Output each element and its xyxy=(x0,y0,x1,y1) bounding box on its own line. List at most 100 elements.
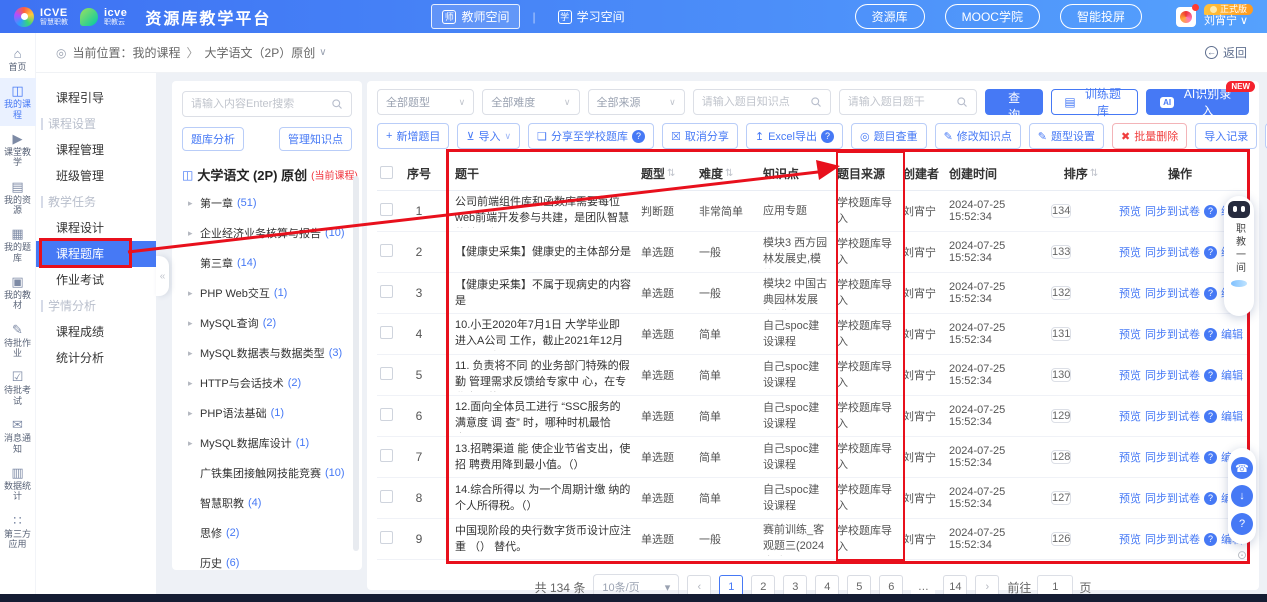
tree-search-input[interactable] xyxy=(191,98,327,110)
filter-type-select[interactable]: 全部题型∨ xyxy=(377,89,474,115)
help-icon[interactable]: ? xyxy=(1204,287,1217,300)
bank-analysis-button[interactable]: 题库分析 xyxy=(182,127,244,151)
preview-link[interactable]: 预览 xyxy=(1119,490,1141,506)
sidebar-item[interactable]: ▦ 我的题库 xyxy=(0,221,36,269)
action-button[interactable]: ✎ 修改知识点 xyxy=(935,123,1021,149)
help-icon[interactable]: ? xyxy=(632,130,645,143)
submenu-item[interactable]: 统计分析 xyxy=(36,345,156,371)
sidebar-item[interactable]: ✎ 待批作业 xyxy=(0,317,36,365)
filter-difficulty-select[interactable]: 全部难度∨ xyxy=(482,89,579,115)
tool-button[interactable]: ? xyxy=(1231,513,1253,535)
preview-link[interactable]: 预览 xyxy=(1119,408,1141,424)
tool-button[interactable]: ↓ xyxy=(1231,485,1253,507)
help-icon[interactable]: ? xyxy=(1204,328,1217,341)
sync-to-paper-link[interactable]: 同步到试卷 xyxy=(1145,531,1200,547)
sort-icon[interactable]: ⇅ xyxy=(1090,168,1098,179)
submenu-item[interactable]: 课程题库 xyxy=(36,241,156,267)
tree-caret-icon[interactable]: ▸ xyxy=(188,348,196,359)
edit-link[interactable]: 编辑 xyxy=(1221,367,1243,383)
chevron-down-icon[interactable]: ∨ xyxy=(319,47,326,58)
tree-caret-icon[interactable]: ▸ xyxy=(188,198,196,209)
sync-to-paper-link[interactable]: 同步到试卷 xyxy=(1145,449,1200,465)
row-checkbox[interactable] xyxy=(380,408,393,421)
submenu-item[interactable]: 课程成绩 xyxy=(36,319,156,345)
preview-link[interactable]: 预览 xyxy=(1119,244,1141,260)
manage-knowledge-button[interactable]: 管理知识点 xyxy=(279,127,352,151)
tree-node[interactable]: ▸ PHP语法基础(1) xyxy=(182,398,352,428)
preview-link[interactable]: 预览 xyxy=(1119,326,1141,342)
assistant-widget[interactable]: 职教一间 xyxy=(1224,196,1254,316)
tree-caret-icon[interactable]: ▸ xyxy=(188,318,196,329)
tool-button[interactable]: ☎ xyxy=(1231,457,1253,479)
sidebar-item[interactable]: ▶ 课堂教学 xyxy=(0,126,36,174)
sidebar-item[interactable]: ☑ 待批考试 xyxy=(0,364,36,412)
preview-link[interactable]: 预览 xyxy=(1119,531,1141,547)
sync-to-paper-link[interactable]: 同步到试卷 xyxy=(1145,203,1200,219)
tree-caret-icon[interactable]: ▸ xyxy=(188,438,196,449)
row-checkbox[interactable] xyxy=(380,367,393,380)
action-button[interactable]: ✖ 批量删除 xyxy=(1112,123,1187,149)
sidebar-item[interactable]: ⌂ 首页 xyxy=(0,41,36,78)
help-icon[interactable]: ? xyxy=(1204,205,1217,218)
row-checkbox[interactable] xyxy=(380,531,393,544)
disable-link[interactable]: 禁用 xyxy=(1247,408,1249,424)
submenu-item[interactable]: 教学任务 xyxy=(36,189,156,215)
help-icon[interactable]: ? xyxy=(1204,451,1217,464)
action-button[interactable]: ☒ 取消分享 xyxy=(662,123,738,149)
tree-node[interactable]: 智慧职教(4) xyxy=(182,488,352,518)
tree-node[interactable]: ▸ MySQL查询(2) xyxy=(182,308,352,338)
preview-link[interactable]: 预览 xyxy=(1119,203,1141,219)
action-button[interactable]: ⊻ 导入 ∨ xyxy=(457,123,520,149)
top-pill-button[interactable]: 资源库 xyxy=(855,4,925,29)
top-pill-button[interactable]: MOOC学院 xyxy=(945,4,1040,29)
back-button[interactable]: ←返回 xyxy=(1205,44,1247,61)
sidebar-item[interactable]: ◫ 我的课程 xyxy=(0,78,36,126)
tree-caret-icon[interactable]: ▸ xyxy=(188,228,196,239)
sidebar-item[interactable]: ∷ 第三方应用 xyxy=(0,508,36,556)
preview-link[interactable]: 预览 xyxy=(1119,449,1141,465)
help-icon[interactable]: ? xyxy=(1204,410,1217,423)
disable-link[interactable]: 禁用 xyxy=(1247,326,1249,342)
row-checkbox[interactable] xyxy=(380,244,393,257)
select-all-checkbox[interactable] xyxy=(380,166,393,179)
submenu-item[interactable]: 作业考试 xyxy=(36,267,156,293)
submenu-item[interactable]: 课程设计 xyxy=(36,215,156,241)
tab-teacher-space[interactable]: 师教师空间 xyxy=(431,4,520,29)
submenu-item[interactable]: 课程设置 xyxy=(36,111,156,137)
action-button[interactable]: 导入记录 xyxy=(1195,123,1257,149)
tree-node[interactable]: 思修(2) xyxy=(182,518,352,548)
sync-to-paper-link[interactable]: 同步到试卷 xyxy=(1145,326,1200,342)
tree-node[interactable]: ▸ 企业经济业务核算与报告(10) xyxy=(182,218,352,248)
order-input[interactable]: 127 xyxy=(1051,491,1071,505)
submenu-item[interactable]: 课程引导 xyxy=(36,85,156,111)
preview-link[interactable]: 预览 xyxy=(1119,285,1141,301)
help-icon[interactable]: ? xyxy=(1204,369,1217,382)
tree-root[interactable]: ◫ 大学语文 (2P) 原创 (当前课程) xyxy=(182,165,352,184)
row-checkbox[interactable] xyxy=(380,449,393,462)
order-input[interactable]: 128 xyxy=(1051,450,1071,464)
sync-to-paper-link[interactable]: 同步到试卷 xyxy=(1145,490,1200,506)
tree-node[interactable]: 历史(6) xyxy=(182,548,352,578)
sync-to-paper-link[interactable]: 同步到试卷 xyxy=(1145,367,1200,383)
help-icon[interactable]: ? xyxy=(1204,533,1217,546)
order-input[interactable]: 134 xyxy=(1051,204,1071,218)
tab-learning-space[interactable]: 学学习空间 xyxy=(548,5,635,28)
help-icon[interactable]: ? xyxy=(1204,246,1217,259)
tree-node[interactable]: ▸ 第一章(51) xyxy=(182,188,352,218)
row-checkbox[interactable] xyxy=(380,285,393,298)
breadcrumb-current[interactable]: 大学语文（2P）原创 xyxy=(205,44,316,61)
knowledge-search-input[interactable] xyxy=(702,96,806,108)
action-button[interactable]: ↥ Excel导出 ? xyxy=(746,123,843,149)
order-input[interactable]: 131 xyxy=(1051,327,1071,341)
breadcrumb-path[interactable]: 我的课程 xyxy=(133,44,181,61)
sort-icon[interactable]: ⇅ xyxy=(667,168,675,179)
action-button[interactable]: ◎ 题目查重 xyxy=(851,123,927,149)
tree-node[interactable]: ▸ HTTP与会话技术(2) xyxy=(182,368,352,398)
sort-icon[interactable]: ⇅ xyxy=(725,168,733,179)
row-checkbox[interactable] xyxy=(380,203,393,216)
submenu-item[interactable]: 学情分析 xyxy=(36,293,156,319)
tree-node[interactable]: ▸ MySQL数据库设计(1) xyxy=(182,428,352,458)
order-input[interactable]: 130 xyxy=(1051,368,1071,382)
tree-node[interactable]: 广铁集团接触网技能竞赛(10) xyxy=(182,458,352,488)
sync-to-paper-link[interactable]: 同步到试卷 xyxy=(1145,244,1200,260)
